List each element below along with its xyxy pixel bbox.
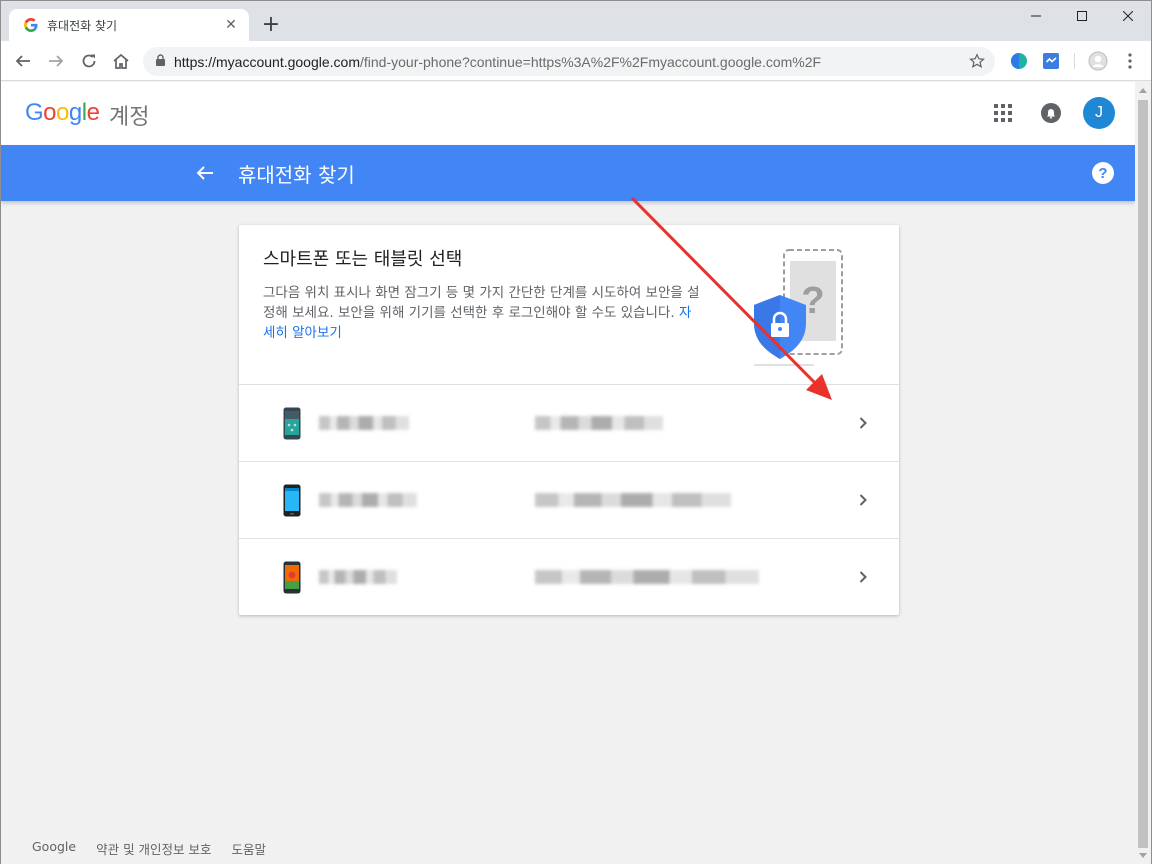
menu-dots-icon[interactable] (1120, 51, 1140, 71)
phone-shield-illustration-icon: ? (754, 249, 843, 366)
forward-arrow-icon[interactable] (44, 49, 68, 73)
device-name (319, 416, 409, 430)
card-description: 그다음 위치 표시나 화면 잠그기 등 몇 가지 간단한 단계를 시도하여 보안… (263, 285, 700, 341)
avatar-icon[interactable] (1088, 51, 1108, 71)
url-text: https://myaccount.google.com/find-your-p… (174, 53, 822, 70)
new-tab-button[interactable]: + (259, 13, 283, 37)
phone-icon (283, 561, 301, 594)
chevron-right-icon (859, 417, 867, 429)
home-icon[interactable] (109, 49, 133, 73)
back-arrow-icon[interactable] (11, 49, 35, 73)
product-name: 계정 (109, 105, 150, 130)
scrollbar-thumb[interactable] (1138, 100, 1148, 848)
back-arrow-icon[interactable] (193, 161, 217, 185)
notifications-bell-icon[interactable] (1039, 101, 1063, 125)
page-title: 휴대전화 찾기 (238, 163, 355, 187)
minimize-icon[interactable] (1013, 1, 1059, 31)
device-detail (535, 493, 731, 507)
device-name (319, 570, 397, 584)
color-circle-extension-icon[interactable] (1009, 51, 1029, 71)
title-bar: 휴대전화 찾기 ? (1, 145, 1135, 201)
device-detail (535, 570, 759, 584)
active-tab[interactable]: 휴대전화 찾기 ✕ (9, 9, 249, 41)
device-selection-card: 스마트폰 또는 태블릿 선택 그다음 위치 표시나 화면 잠그기 등 몇 가지 … (239, 225, 899, 615)
google-favicon-icon (23, 17, 39, 33)
account-avatar[interactable]: J (1083, 97, 1115, 129)
tab-title: 휴대전화 찾기 (47, 18, 118, 33)
footer-terms-link[interactable]: 약관 및 개인정보 보호 (96, 839, 211, 858)
device-row[interactable] (239, 538, 899, 615)
tab-close-icon[interactable]: ✕ (223, 17, 239, 33)
phone-icon (283, 484, 301, 517)
chevron-right-icon (859, 571, 867, 583)
google-logo[interactable]: Google (25, 99, 100, 127)
browser-toolbar: https://myaccount.google.com/find-your-p… (1, 41, 1151, 81)
star-icon[interactable] (969, 53, 985, 73)
footer-help-link[interactable]: 도움말 (232, 839, 267, 858)
page-footer: Google 약관 및 개인정보 보호 도움말 (32, 839, 266, 858)
blue-check-extension-icon[interactable] (1041, 51, 1061, 71)
footer-google-link[interactable]: Google (32, 839, 76, 858)
device-detail (535, 416, 663, 430)
chevron-right-icon (859, 494, 867, 506)
close-window-icon[interactable] (1105, 1, 1151, 31)
page-content: Google 계정 J 휴대전화 찾기 ? 스마트폰 또는 태블릿 선택 그다음… (1, 82, 1135, 864)
device-name (319, 493, 417, 507)
device-row[interactable] (239, 461, 899, 538)
apps-grid-icon[interactable] (991, 101, 1015, 125)
device-row[interactable] (239, 384, 899, 461)
scroll-up-icon[interactable] (1139, 88, 1147, 93)
page-scrollbar[interactable] (1135, 82, 1151, 864)
help-icon[interactable]: ? (1092, 162, 1114, 184)
browser-window: 휴대전화 찾기 ✕ + https://myaccount.google.com… (0, 0, 1152, 864)
reload-icon[interactable] (77, 49, 101, 73)
account-header: Google 계정 J (1, 82, 1135, 145)
lock-icon (155, 52, 166, 71)
tab-strip: 휴대전화 찾기 ✕ + (1, 1, 1151, 41)
phone-icon (283, 407, 301, 440)
card-title: 스마트폰 또는 태블릿 선택 (263, 249, 463, 270)
toolbar-divider (1074, 53, 1075, 69)
scroll-down-icon[interactable] (1139, 853, 1147, 858)
address-bar[interactable]: https://myaccount.google.com/find-your-p… (143, 47, 995, 76)
maximize-icon[interactable] (1059, 1, 1105, 31)
